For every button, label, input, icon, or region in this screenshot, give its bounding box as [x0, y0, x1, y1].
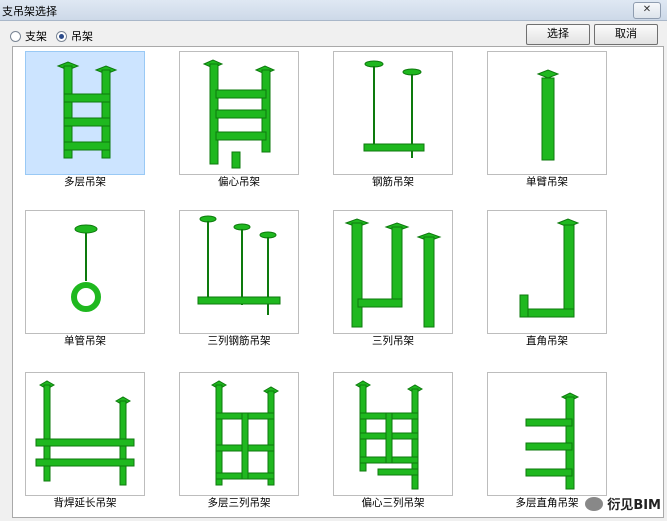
hanger-label: 单管吊架	[64, 335, 106, 347]
title-bar: 支吊架选择 ✕	[0, 0, 667, 21]
radio-support[interactable]: 支架	[10, 28, 47, 44]
radio-hanger-label: 吊架	[71, 30, 93, 43]
radio-hanger[interactable]: 吊架	[56, 28, 93, 44]
hanger-thumbnail[interactable]	[179, 372, 299, 496]
select-button[interactable]: 选择	[526, 24, 590, 45]
hanger-thumbnail[interactable]	[25, 51, 145, 175]
hanger-preview-image	[202, 59, 276, 169]
watermark: 衍见BIM	[585, 494, 661, 513]
radio-support-label: 支架	[25, 30, 47, 43]
hanger-label: 多层三列吊架	[207, 497, 271, 509]
hanger-thumbnail[interactable]	[25, 372, 145, 496]
hanger-label: 背焊延长吊架	[53, 497, 117, 509]
hanger-thumbnail[interactable]	[179, 51, 299, 175]
cancel-button[interactable]: 取消	[594, 24, 658, 45]
hanger-label: 三列吊架	[372, 335, 414, 347]
hanger-thumbnail[interactable]	[487, 372, 607, 496]
hanger-label: 偏心三列吊架	[361, 497, 425, 509]
hanger-preview-image	[354, 380, 424, 490]
close-icon: ✕	[642, 4, 652, 15]
hanger-preview-image	[536, 69, 560, 161]
hanger-preview-image	[197, 215, 281, 315]
hanger-preview-image	[56, 61, 118, 159]
hanger-preview-image	[363, 60, 425, 158]
radio-hanger-indicator[interactable]	[56, 30, 67, 42]
radio-support-indicator[interactable]	[10, 30, 21, 42]
hanger-label: 单臂吊架	[526, 176, 568, 188]
hanger-thumbnail[interactable]	[487, 210, 607, 334]
hanger-preview-image	[35, 380, 135, 486]
watermark-text: 衍见BIM	[607, 498, 661, 513]
hanger-preview-image	[525, 392, 580, 490]
close-button[interactable]: ✕	[633, 2, 661, 19]
hanger-label: 多层吊架	[64, 176, 106, 188]
hanger-thumbnail[interactable]	[333, 372, 453, 496]
hanger-thumbnail[interactable]	[487, 51, 607, 175]
hanger-thumbnail[interactable]	[333, 51, 453, 175]
hanger-preview-image	[519, 218, 580, 318]
hanger-thumbnail[interactable]	[333, 210, 453, 334]
hanger-thumbnail[interactable]	[179, 210, 299, 334]
hanger-label: 直角吊架	[526, 335, 568, 347]
hanger-preview-image	[210, 380, 280, 486]
hanger-preview-image	[71, 224, 101, 312]
hanger-preview-image	[344, 218, 442, 328]
window-title: 支吊架选择	[2, 5, 57, 18]
hanger-gallery: 多层吊架 偏心吊架 钢筋吊架 单臂吊架单管吊架 三列钢筋吊架 三列吊架 直角吊架背焊延长吊架…	[12, 46, 664, 518]
hanger-label: 偏心吊架	[218, 176, 260, 188]
hanger-label: 钢筋吊架	[372, 176, 414, 188]
hanger-label: 三列钢筋吊架	[207, 335, 271, 347]
hanger-thumbnail[interactable]	[25, 210, 145, 334]
wechat-icon	[585, 496, 604, 511]
